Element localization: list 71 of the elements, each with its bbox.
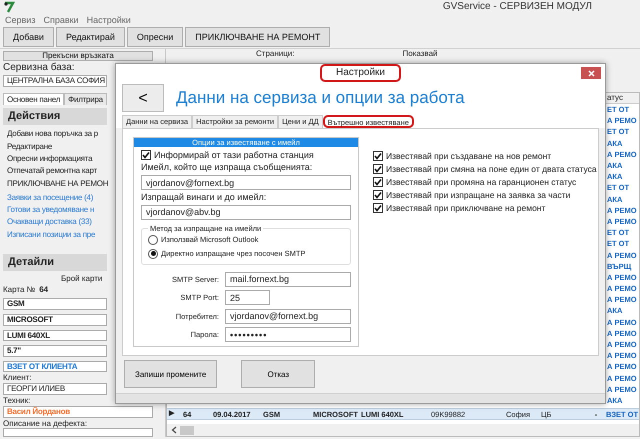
toolbar-button[interactable]: ПРИКЛЮЧВАНЕ НА РЕМОНТ [185,27,330,47]
column-header: атус [607,93,624,103]
radio-button[interactable] [148,234,158,245]
radio-button[interactable] [148,248,158,259]
dialog-button[interactable]: Запиши промените [124,360,218,388]
toolbar-button[interactable]: Опресни [126,27,184,47]
password-field[interactable]: ••••••••• [225,327,351,342]
app-logo-icon [3,1,15,13]
checkbox[interactable] [373,164,383,174]
action-item[interactable]: Добави нова поръчка за р [3,129,108,142]
defect-field[interactable] [3,428,153,437]
card-number: 64 [39,284,48,294]
filter-link[interactable]: Очакващи доставка (33) [3,217,108,230]
detail-field[interactable]: GSM [3,298,107,310]
detail-field[interactable]: LUMI 640XL [3,330,107,342]
filter-link[interactable]: Изписани позиции за пре [3,230,108,242]
action-item[interactable]: Отпечатай ремонтна карт [3,166,108,179]
field-label: Изпращай винаги и до имейл: [141,192,268,203]
input-field[interactable]: vjordanov@fornext.bg [141,175,351,190]
close-icon [588,70,594,76]
show-label: Показвай [402,49,438,59]
status-field[interactable]: ВЗЕТ ОТ КЛИЕНТА [3,360,107,372]
client-field[interactable]: ГЕОРГИ ИЛИЕВ [3,382,107,395]
card-label: Карта № [3,284,36,294]
dialog-heading: Данни на сервиза и опции за работа [176,88,465,108]
action-item[interactable]: Редактиране [3,142,108,154]
input-field[interactable]: vjordanov@fornext.bg [225,308,351,324]
menu-item[interactable]: Сервиз [5,14,36,26]
input-field[interactable]: 25 [225,290,270,306]
menu-item[interactable]: Справки [43,14,79,26]
disconnect-button[interactable]: Прекъсни връзката [3,51,153,61]
pages-label: Страници: [256,49,294,59]
cards-label: Брой карти [61,274,102,284]
panel-tab[interactable]: Основен панел [3,92,64,106]
checkbox-label: Известявай при създаване на нов ремонт [386,150,552,161]
detail-field[interactable]: MICROSOFT [3,314,107,326]
client-label: Клиент: [3,373,32,383]
input-field[interactable]: vjordanov@abv.bg [141,204,351,220]
checkbox-label: Известявай при промяна на гаранционен статус [386,176,576,188]
checkbox-label: Информирай от тази работна станция [154,150,314,160]
menu-item[interactable]: Настройки [86,14,131,26]
defect-label: Описание на дефекта: [3,418,88,428]
scrollbar-thumb[interactable] [180,426,194,434]
panel-tab[interactable]: Филтрира [64,92,107,106]
filter-link[interactable]: Заявки за посещение (4) [3,192,108,206]
checkbox[interactable] [373,176,383,187]
technician-label: Техник: [3,396,30,406]
detail-field[interactable]: 5.7" [3,345,107,357]
checkbox[interactable] [373,190,383,200]
checkbox[interactable] [141,150,151,160]
back-button[interactable]: < [122,84,164,112]
toolbar-button[interactable]: Редактирай [56,27,125,47]
checkbox[interactable] [373,150,383,161]
section-header: Детайли [3,254,107,272]
dialog-button[interactable]: Отказ [241,360,316,388]
toolbar-button[interactable]: Добави [3,27,54,47]
input-field[interactable]: mail.fornext.bg [225,272,351,287]
checkbox-label: Известявай при приключване на ремонт [386,203,546,214]
window-title: GVService - СЕРВИЗЕН МОДУЛ [442,1,592,13]
base-label: Сервизна база: [3,62,75,74]
filter-link[interactable]: Готови за уведомяване н [3,205,108,218]
checkbox-label: Известявай при изпращане на заявка за части [386,190,570,200]
checkbox-label: Известявай при смяна на поне един от двата статуса [386,164,597,174]
base-field[interactable]: ЦЕНТРАЛНА БАЗА СОФИЯ [3,75,107,87]
action-item[interactable]: ПРИКЛЮЧВАНЕ НА РЕМОН [3,178,108,191]
close-button[interactable] [581,67,601,79]
section-header: Действия [3,108,107,126]
field-label: Имейл, който ще изпраща съобщенията: [141,162,314,174]
scroll-left-icon [171,426,177,434]
action-item[interactable]: Опресни информацията [3,154,108,166]
checkbox[interactable] [373,203,383,214]
